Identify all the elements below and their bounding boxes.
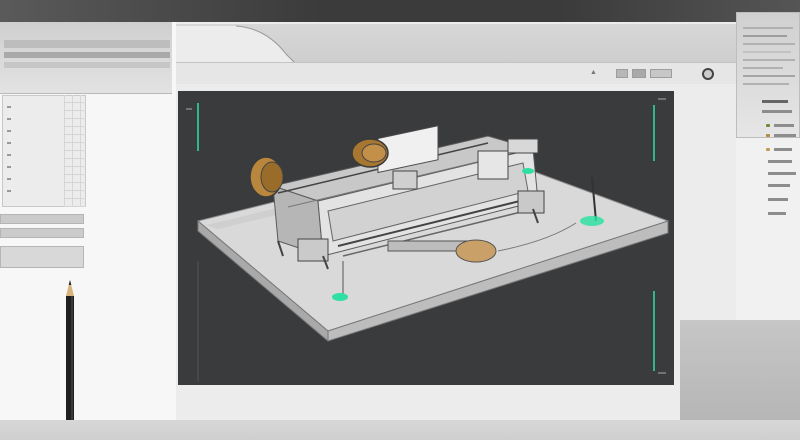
list-item[interactable] [762,110,792,113]
status-icon [766,124,770,127]
list-item[interactable] [774,148,792,151]
left-toolbar[interactable] [4,40,170,48]
top-bar [0,0,800,22]
window-button[interactable] [632,69,646,78]
restore-icon[interactable] [616,69,628,78]
list-item[interactable] [768,198,788,201]
3d-viewport[interactable] [178,91,674,385]
window-button[interactable] [650,69,672,78]
settings-knob-icon[interactable] [702,68,714,80]
left-toolbar-secondary[interactable] [4,52,170,58]
desk-surface [0,420,800,440]
list-item[interactable] [768,184,790,187]
window-toolbar: ▲ [176,62,736,84]
list-item[interactable] [768,212,786,215]
left-panel-header [0,22,172,94]
grid-panel [64,95,86,207]
left-toolbar-tertiary[interactable] [4,62,170,68]
status-icon [766,148,770,151]
pencil-icon [66,280,74,430]
left-panel-bar[interactable] [0,246,84,268]
cad-model [186,98,670,381]
list-item[interactable] [768,160,792,163]
minimize-icon[interactable]: ▲ [590,69,597,76]
list-item[interactable] [774,124,794,127]
status-icon [766,134,770,137]
left-panel-bar[interactable] [0,228,84,238]
left-panel-bar[interactable] [0,214,84,224]
list-item[interactable] [768,172,796,175]
right-panel-header [736,12,800,138]
list-item[interactable] [762,100,788,103]
list-item[interactable] [774,134,796,137]
